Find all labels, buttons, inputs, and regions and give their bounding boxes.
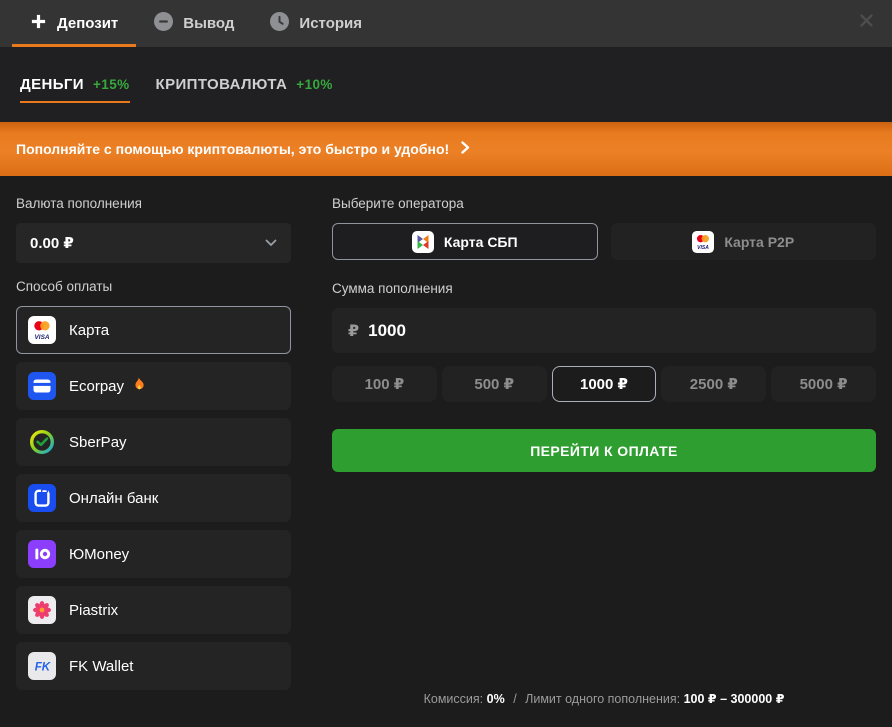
- ruble-sign: ₽: [348, 321, 359, 341]
- commission-label: Комиссия:: [424, 692, 484, 706]
- currency-select[interactable]: 0.00 ₽: [16, 223, 291, 263]
- tab-crypto-label: КРИПТОВАЛЮТА: [156, 76, 288, 93]
- deposit-content: Валюта пополнения 0.00 ₽ Способ оплаты V…: [0, 176, 892, 727]
- preset-1000[interactable]: 1000 ₽: [552, 366, 657, 402]
- visa-mastercard-icon: VISA: [692, 231, 714, 253]
- ecorpay-icon: [28, 372, 56, 400]
- close-icon: [859, 13, 874, 33]
- operator-sbp-card-label: Карта СБП: [444, 234, 518, 250]
- top-nav: Депозит Вывод История: [0, 0, 892, 47]
- deposit-modal: Депозит Вывод История ДЕНЬГИ +15% КРИПТО…: [0, 0, 892, 727]
- tab-money-bonus: +15%: [93, 77, 130, 92]
- method-fk-wallet[interactable]: FK FK Wallet: [16, 642, 291, 690]
- sbp-icon: [412, 231, 434, 253]
- online-bank-icon: [28, 484, 56, 512]
- tab-money[interactable]: ДЕНЬГИ +15%: [20, 47, 130, 122]
- sberpay-icon: [28, 428, 56, 456]
- visa-mastercard-icon: VISA: [28, 316, 56, 344]
- clock-icon: [270, 12, 289, 35]
- method-online-bank-label: Онлайн банк: [69, 490, 158, 507]
- currency-select-value: 0.00 ₽: [30, 234, 74, 252]
- method-card[interactable]: VISA Карта: [16, 306, 291, 354]
- currency-label: Валюта пополнения: [16, 196, 291, 211]
- tab-deposit[interactable]: Депозит: [12, 0, 136, 47]
- yoomoney-icon: [28, 540, 56, 568]
- svg-text:VISA: VISA: [35, 334, 50, 341]
- chevron-right-icon: [461, 141, 470, 157]
- payment-methods-panel: Валюта пополнения 0.00 ₽ Способ оплаты V…: [16, 196, 291, 727]
- operator-sbp-card[interactable]: Карта СБП: [332, 223, 598, 260]
- tab-history-label: История: [299, 15, 362, 32]
- go-to-payment-button[interactable]: ПЕРЕЙТИ К ОПЛАТЕ: [332, 429, 876, 472]
- fk-wallet-icon: FK: [28, 652, 56, 680]
- chevron-down-icon: [265, 234, 277, 252]
- method-yoomoney-label: ЮMoney: [69, 546, 129, 563]
- tab-withdraw-label: Вывод: [183, 15, 234, 32]
- amount-presets: 100 ₽ 500 ₽ 1000 ₽ 2500 ₽ 5000 ₽: [332, 366, 876, 402]
- method-sberpay-label: SberPay: [69, 434, 127, 451]
- piastrix-icon: [28, 596, 56, 624]
- method-sberpay[interactable]: SberPay: [16, 418, 291, 466]
- deposit-type-tabs: ДЕНЬГИ +15% КРИПТОВАЛЮТА +10%: [0, 47, 892, 122]
- preset-500[interactable]: 500 ₽: [442, 366, 547, 402]
- tab-crypto[interactable]: КРИПТОВАЛЮТА +10%: [156, 47, 333, 122]
- preset-2500[interactable]: 2500 ₽: [661, 366, 766, 402]
- operator-buttons: Карта СБП VISA Карта P2P: [332, 223, 876, 260]
- preset-5000[interactable]: 5000 ₽: [771, 366, 876, 402]
- method-yoomoney[interactable]: ЮMoney: [16, 530, 291, 578]
- method-ecorpay-label: Ecorpay: [69, 376, 146, 396]
- deposit-form-panel: Выберите оператора Карта СБП VISA Карта …: [332, 196, 876, 727]
- minus-circle-icon: [154, 12, 173, 35]
- banner-text: Пополняйте с помощью криптовалюты, это б…: [16, 141, 449, 157]
- amount-value: 1000: [368, 321, 406, 341]
- plus-icon: [30, 13, 47, 34]
- separator: /: [513, 692, 516, 706]
- method-ecorpay-text: Ecorpay: [69, 378, 124, 395]
- commission-value: 0%: [487, 692, 505, 706]
- svg-text:VISA: VISA: [697, 244, 709, 250]
- tab-withdraw[interactable]: Вывод: [136, 0, 252, 47]
- method-ecorpay[interactable]: Ecorpay: [16, 362, 291, 410]
- limit-value: 100 ₽ – 300000 ₽: [684, 692, 785, 706]
- fire-icon: [131, 376, 146, 396]
- limits-info: Комиссия: 0% / Лимит одного пополнения: …: [332, 691, 876, 727]
- close-button[interactable]: [856, 13, 876, 33]
- tab-money-label: ДЕНЬГИ: [20, 76, 84, 93]
- tab-deposit-label: Депозит: [57, 15, 118, 32]
- method-fk-wallet-label: FK Wallet: [69, 658, 133, 675]
- operator-p2p-card-label: Карта P2P: [724, 234, 794, 250]
- method-online-bank[interactable]: Онлайн банк: [16, 474, 291, 522]
- method-card-label: Карта: [69, 322, 109, 339]
- limit-label: Лимит одного пополнения:: [525, 692, 680, 706]
- method-piastrix-label: Piastrix: [69, 602, 118, 619]
- svg-text:FK: FK: [35, 662, 51, 674]
- methods-label: Способ оплаты: [16, 279, 291, 294]
- preset-100[interactable]: 100 ₽: [332, 366, 437, 402]
- crypto-promo-banner[interactable]: Пополняйте с помощью криптовалюты, это б…: [0, 122, 892, 176]
- tab-history[interactable]: История: [252, 0, 380, 47]
- amount-label: Сумма пополнения: [332, 281, 876, 296]
- amount-input[interactable]: ₽ 1000: [332, 308, 876, 353]
- method-piastrix[interactable]: Piastrix: [16, 586, 291, 634]
- tab-crypto-bonus: +10%: [296, 77, 333, 92]
- operator-p2p-card[interactable]: VISA Карта P2P: [611, 223, 877, 260]
- operator-label: Выберите оператора: [332, 196, 876, 211]
